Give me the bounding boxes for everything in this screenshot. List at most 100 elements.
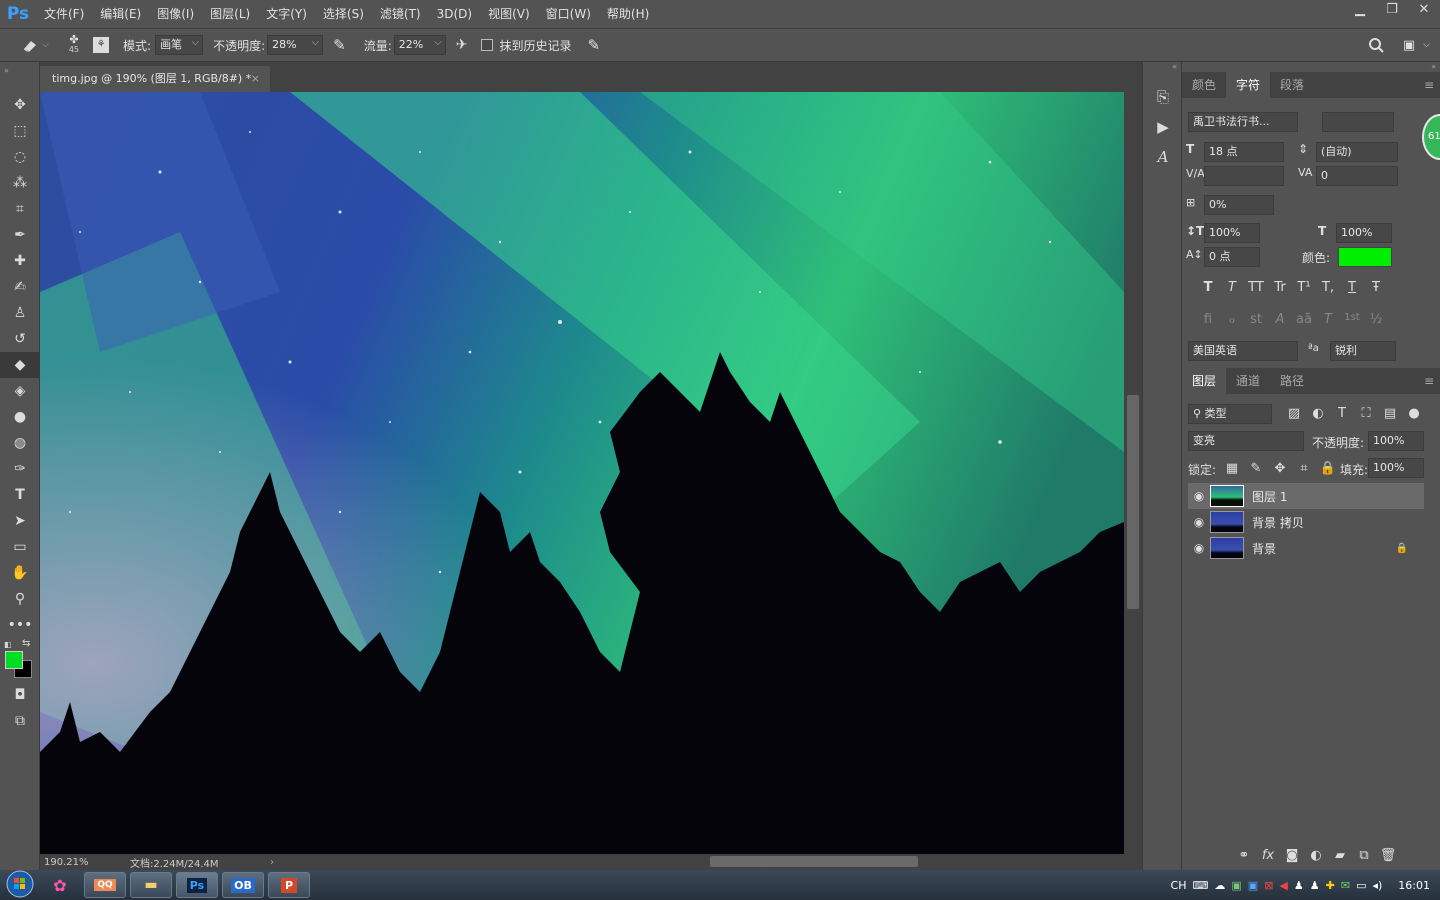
pressure-size-button[interactable]: ✎ [587, 36, 600, 54]
menu-edit[interactable]: 编辑(E) [92, 0, 149, 28]
layer-opacity-input[interactable]: 100% [1368, 431, 1424, 451]
blur-tool-icon[interactable]: ● [0, 404, 40, 430]
menu-layer[interactable]: 图层(L) [202, 0, 258, 28]
visibility-eye-icon[interactable]: ◉ [1188, 541, 1210, 555]
text-color-swatch[interactable] [1338, 247, 1392, 267]
zoom-tool-icon[interactable]: ⚲ [0, 586, 40, 612]
visibility-eye-icon[interactable]: ◉ [1188, 515, 1210, 529]
horizontal-scroll-thumb[interactable] [710, 856, 918, 867]
adjustment-filter-icon[interactable]: ◐ [1306, 406, 1330, 421]
move-tool-icon[interactable]: ✥ [0, 92, 40, 118]
menu-3d[interactable]: 3D(D) [429, 0, 480, 28]
blend-mode-select[interactable]: 变亮 [1188, 431, 1304, 451]
menu-help[interactable]: 帮助(H) [599, 0, 657, 28]
menu-window[interactable]: 窗口(W) [538, 0, 599, 28]
menu-view[interactable]: 视图(V) [480, 0, 538, 28]
minimize-button[interactable]: ▁ [1344, 0, 1376, 22]
close-button[interactable]: ✕ [1408, 0, 1440, 22]
lock-position-icon[interactable]: ✥ [1268, 461, 1292, 476]
stamp-tool-icon[interactable]: ♙ [0, 300, 40, 326]
layer-row[interactable]: ◉ 图层 1 [1188, 483, 1424, 509]
display-icon[interactable]: ▭ [1356, 879, 1366, 892]
healing-tool-icon[interactable]: ✚ [0, 248, 40, 274]
erase-history-checkbox[interactable]: 抹到历史记录 [481, 37, 571, 54]
tab-paragraph[interactable]: 段落 [1270, 72, 1314, 98]
strikethrough-button[interactable]: Ŧ [1364, 280, 1388, 295]
menu-image[interactable]: 图像(I) [149, 0, 202, 28]
speaker-icon[interactable]: ◀ [1279, 879, 1287, 892]
taskbar-qq[interactable]: QQ [84, 872, 126, 898]
discretionary-ligature-button[interactable]: st [1244, 312, 1268, 327]
paint-bucket-tool-icon[interactable]: ◈ [0, 378, 40, 404]
qq-tray-icon-2[interactable]: ♟ [1310, 879, 1320, 892]
more-tools-icon[interactable]: ••• [0, 612, 40, 638]
flow-input[interactable]: 22% [393, 34, 446, 55]
font-style-select[interactable] [1322, 112, 1394, 132]
font-family-select[interactable]: 禹卫书法行书... [1188, 112, 1298, 132]
ordinals-button[interactable]: 1st [1340, 312, 1364, 327]
clock[interactable]: 16:01 [1398, 879, 1430, 892]
taskbar-photoshop[interactable]: Ps [176, 872, 218, 898]
dodge-tool-icon[interactable]: ◍ [0, 430, 40, 456]
brush-panel-toggle[interactable]: ⚘ [93, 37, 110, 53]
layer-row[interactable]: ◉ 背景 拷贝 [1188, 509, 1424, 535]
flower-app-icon[interactable]: ✿ [40, 876, 80, 895]
brush-size-picker[interactable]: ✤ 45 [69, 34, 79, 55]
dock-collapse-icon[interactable]: « [1143, 62, 1181, 82]
swap-colors-icon[interactable]: ⇆ [22, 638, 30, 649]
link-icon[interactable]: ⚭ [1232, 848, 1256, 863]
baseline-shift-input[interactable]: 0 点 [1204, 247, 1260, 267]
small-caps-button[interactable]: Tr [1268, 280, 1292, 295]
tab-character[interactable]: 字符 [1226, 72, 1271, 98]
fx-icon[interactable]: fx [1256, 848, 1280, 863]
taskbar-powerpoint[interactable]: P [268, 872, 310, 898]
trash-icon[interactable]: 🗑 [1376, 848, 1400, 863]
lock-transparent-icon[interactable]: ▦ [1220, 461, 1244, 476]
tray-close-icon[interactable]: ⊠ [1264, 879, 1273, 892]
filter-toggle-icon[interactable]: ● [1402, 406, 1426, 421]
old-style-button[interactable]: ℴ [1220, 312, 1244, 327]
marquee-tool-icon[interactable]: ⬚ [0, 118, 40, 144]
tray-plus-icon[interactable]: ✚ [1326, 879, 1335, 892]
eyedropper-tool-icon[interactable]: ✒ [0, 222, 40, 248]
cloud-icon[interactable]: ☁ [1214, 879, 1225, 892]
actions-play-icon[interactable]: ▶ [1143, 112, 1183, 142]
kerning-input[interactable] [1204, 166, 1284, 186]
subscript-button[interactable]: T, [1316, 280, 1340, 295]
path-select-tool-icon[interactable]: ➤ [0, 508, 40, 534]
shape-filter-icon[interactable]: ⛶ [1354, 406, 1378, 421]
default-colors-icon[interactable]: ◧ [4, 640, 12, 649]
vertical-scale-input[interactable]: 100% [1204, 223, 1260, 243]
close-tab-icon[interactable]: × [251, 66, 260, 92]
menu-type[interactable]: 文字(Y) [258, 0, 315, 28]
keyboard-icon[interactable]: ⌨ [1192, 879, 1208, 892]
zoom-level[interactable]: 190.21% [44, 857, 124, 868]
pen-tool-icon[interactable]: ✑ [0, 456, 40, 482]
hand-tool-icon[interactable]: ✋ [0, 560, 40, 586]
superscript-button[interactable]: T¹ [1292, 280, 1316, 295]
rectangle-tool-icon[interactable]: ▭ [0, 534, 40, 560]
canvas[interactable] [40, 92, 1124, 854]
history-brush-tool-icon[interactable]: ↺ [0, 326, 40, 352]
antialias-select[interactable]: 锐利 [1330, 341, 1396, 361]
quick-select-tool-icon[interactable]: ⁂ [0, 170, 40, 196]
layer-filter-select[interactable]: ⚲ 类型 [1188, 404, 1272, 424]
adjustment-icon[interactable]: ◐ [1304, 848, 1328, 863]
tab-color[interactable]: 颜色 [1182, 72, 1226, 98]
menu-select[interactable]: 选择(S) [315, 0, 372, 28]
crop-tool-icon[interactable]: ⌗ [0, 196, 40, 222]
tab-layers[interactable]: 图层 [1182, 368, 1227, 394]
opacity-input[interactable]: 28% [267, 34, 324, 55]
wechat-icon[interactable]: ✉ [1341, 879, 1350, 892]
vertical-scroll-thumb[interactable] [1127, 395, 1139, 609]
volume-icon[interactable]: ◂) [1372, 879, 1382, 892]
faux-italic-button[interactable]: T [1220, 280, 1244, 295]
taskbar-ob[interactable]: OB [222, 872, 264, 898]
eraser-tool-icon[interactable]: ◆ [0, 352, 40, 378]
titling-alternates-button[interactable]: T [1316, 312, 1340, 327]
lock-pixels-icon[interactable]: ✎ [1244, 461, 1268, 476]
document-tab[interactable]: timg.jpg @ 190% (图层 1, RGB/8#) * × [40, 66, 270, 92]
font-size-input[interactable]: 18 点 [1204, 142, 1284, 162]
ligature-button[interactable]: fi [1196, 312, 1220, 327]
ime-indicator[interactable]: CH [1171, 879, 1187, 892]
